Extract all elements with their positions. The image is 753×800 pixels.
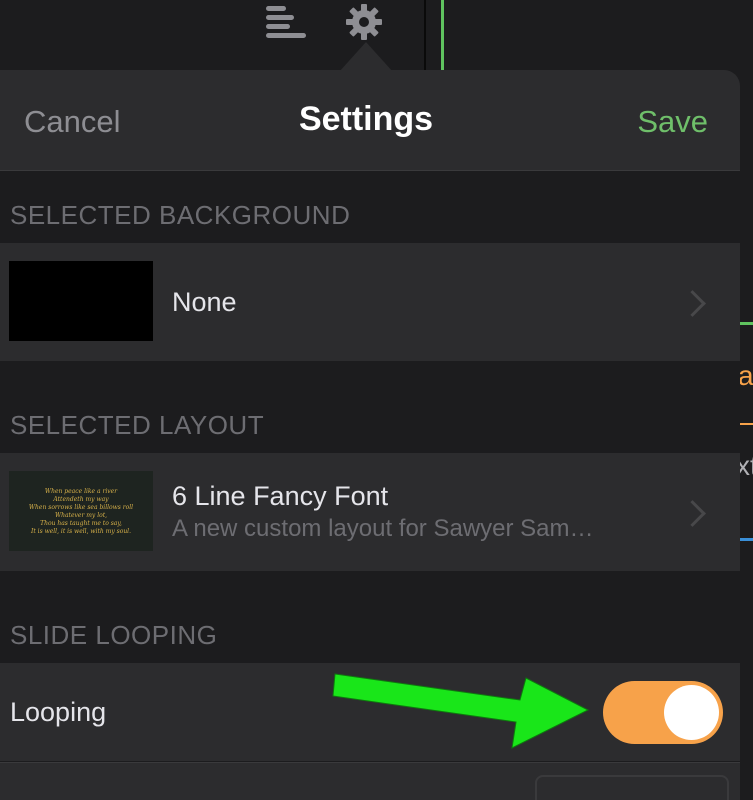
playhead-line <box>441 0 444 72</box>
section-header-layout: SELECTED LAYOUT <box>10 410 265 440</box>
looping-label: Looping <box>10 697 107 727</box>
layout-thumbnail: When peace like a river Attendeth my way… <box>9 471 153 551</box>
side-accent-green <box>740 322 753 325</box>
background-value: None <box>172 287 237 317</box>
layout-title: 6 Line Fancy Font <box>172 481 389 511</box>
nav-bar: Cancel Settings Save <box>0 70 740 171</box>
chevron-right-icon <box>679 290 706 317</box>
toggle-knob <box>664 685 719 740</box>
settings-popover: Cancel Settings Save SELECTED BACKGROUND… <box>0 70 740 800</box>
side-text-a: a <box>738 360 753 391</box>
page-title: Settings <box>298 100 434 138</box>
looping-toggle[interactable] <box>603 681 723 744</box>
annotation-arrow <box>332 673 590 749</box>
toolbar-divider <box>424 0 426 72</box>
side-accent-blue <box>740 538 753 541</box>
side-accent-orange <box>740 423 753 425</box>
section-header-looping: SLIDE LOOPING <box>10 620 218 650</box>
list-icon[interactable] <box>266 6 306 38</box>
next-row <box>0 762 740 800</box>
layout-row[interactable]: When peace like a river Attendeth my way… <box>0 453 740 571</box>
gear-icon[interactable] <box>344 2 384 42</box>
chevron-right-icon <box>679 500 706 527</box>
background-thumbnail <box>9 261 153 341</box>
layout-subtitle: A new custom layout for Sawyer Sam… <box>172 515 594 542</box>
save-button[interactable]: Save <box>637 104 708 140</box>
background-row[interactable]: None <box>0 243 740 361</box>
section-header-background: SELECTED BACKGROUND <box>10 200 351 230</box>
popover-arrow <box>339 42 393 72</box>
